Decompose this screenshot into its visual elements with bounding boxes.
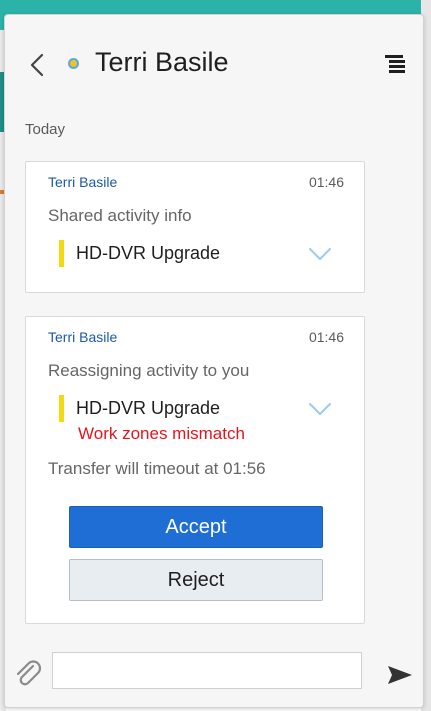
- back-button[interactable]: [21, 49, 53, 81]
- message-sender[interactable]: Terri Basile: [48, 174, 117, 190]
- presence-status-icon: [68, 58, 79, 69]
- message-card: Terri Basile 01:46 Shared activity info …: [25, 161, 365, 293]
- menu-button[interactable]: [383, 51, 409, 77]
- message-time: 01:46: [308, 174, 344, 190]
- message-sender[interactable]: Terri Basile: [48, 329, 117, 345]
- timeout-text: Transfer will timeout at 01:56: [48, 459, 266, 478]
- message-composer: [5, 640, 423, 707]
- chevron-down-icon[interactable]: [308, 246, 332, 262]
- menu-icon: [385, 55, 405, 73]
- activity-link[interactable]: HD-DVR Upgrade: [59, 240, 220, 267]
- chevron-left-icon: [30, 53, 44, 77]
- paperclip-icon[interactable]: [13, 659, 43, 689]
- message-input[interactable]: [52, 652, 362, 689]
- activity-link[interactable]: HD-DVR Upgrade: [59, 395, 220, 422]
- reject-button[interactable]: Reject: [69, 559, 323, 601]
- message-card: Terri Basile 01:46 Reassigning activity …: [25, 316, 365, 624]
- chat-popup: Terri Basile Today Terri Basile 01:46 Sh…: [4, 14, 424, 708]
- warning-text: Work zones mismatch: [78, 424, 245, 443]
- message-text: Reassigning activity to you: [48, 361, 250, 380]
- date-separator: Today: [25, 121, 66, 138]
- chat-header: Terri Basile: [5, 15, 423, 110]
- page-title: Terri Basile: [95, 47, 229, 77]
- send-icon[interactable]: [386, 664, 414, 686]
- message-text: Shared activity info: [48, 206, 192, 225]
- chevron-down-icon[interactable]: [308, 401, 332, 417]
- accept-button[interactable]: Accept: [69, 506, 323, 548]
- message-time: 01:46: [308, 329, 344, 345]
